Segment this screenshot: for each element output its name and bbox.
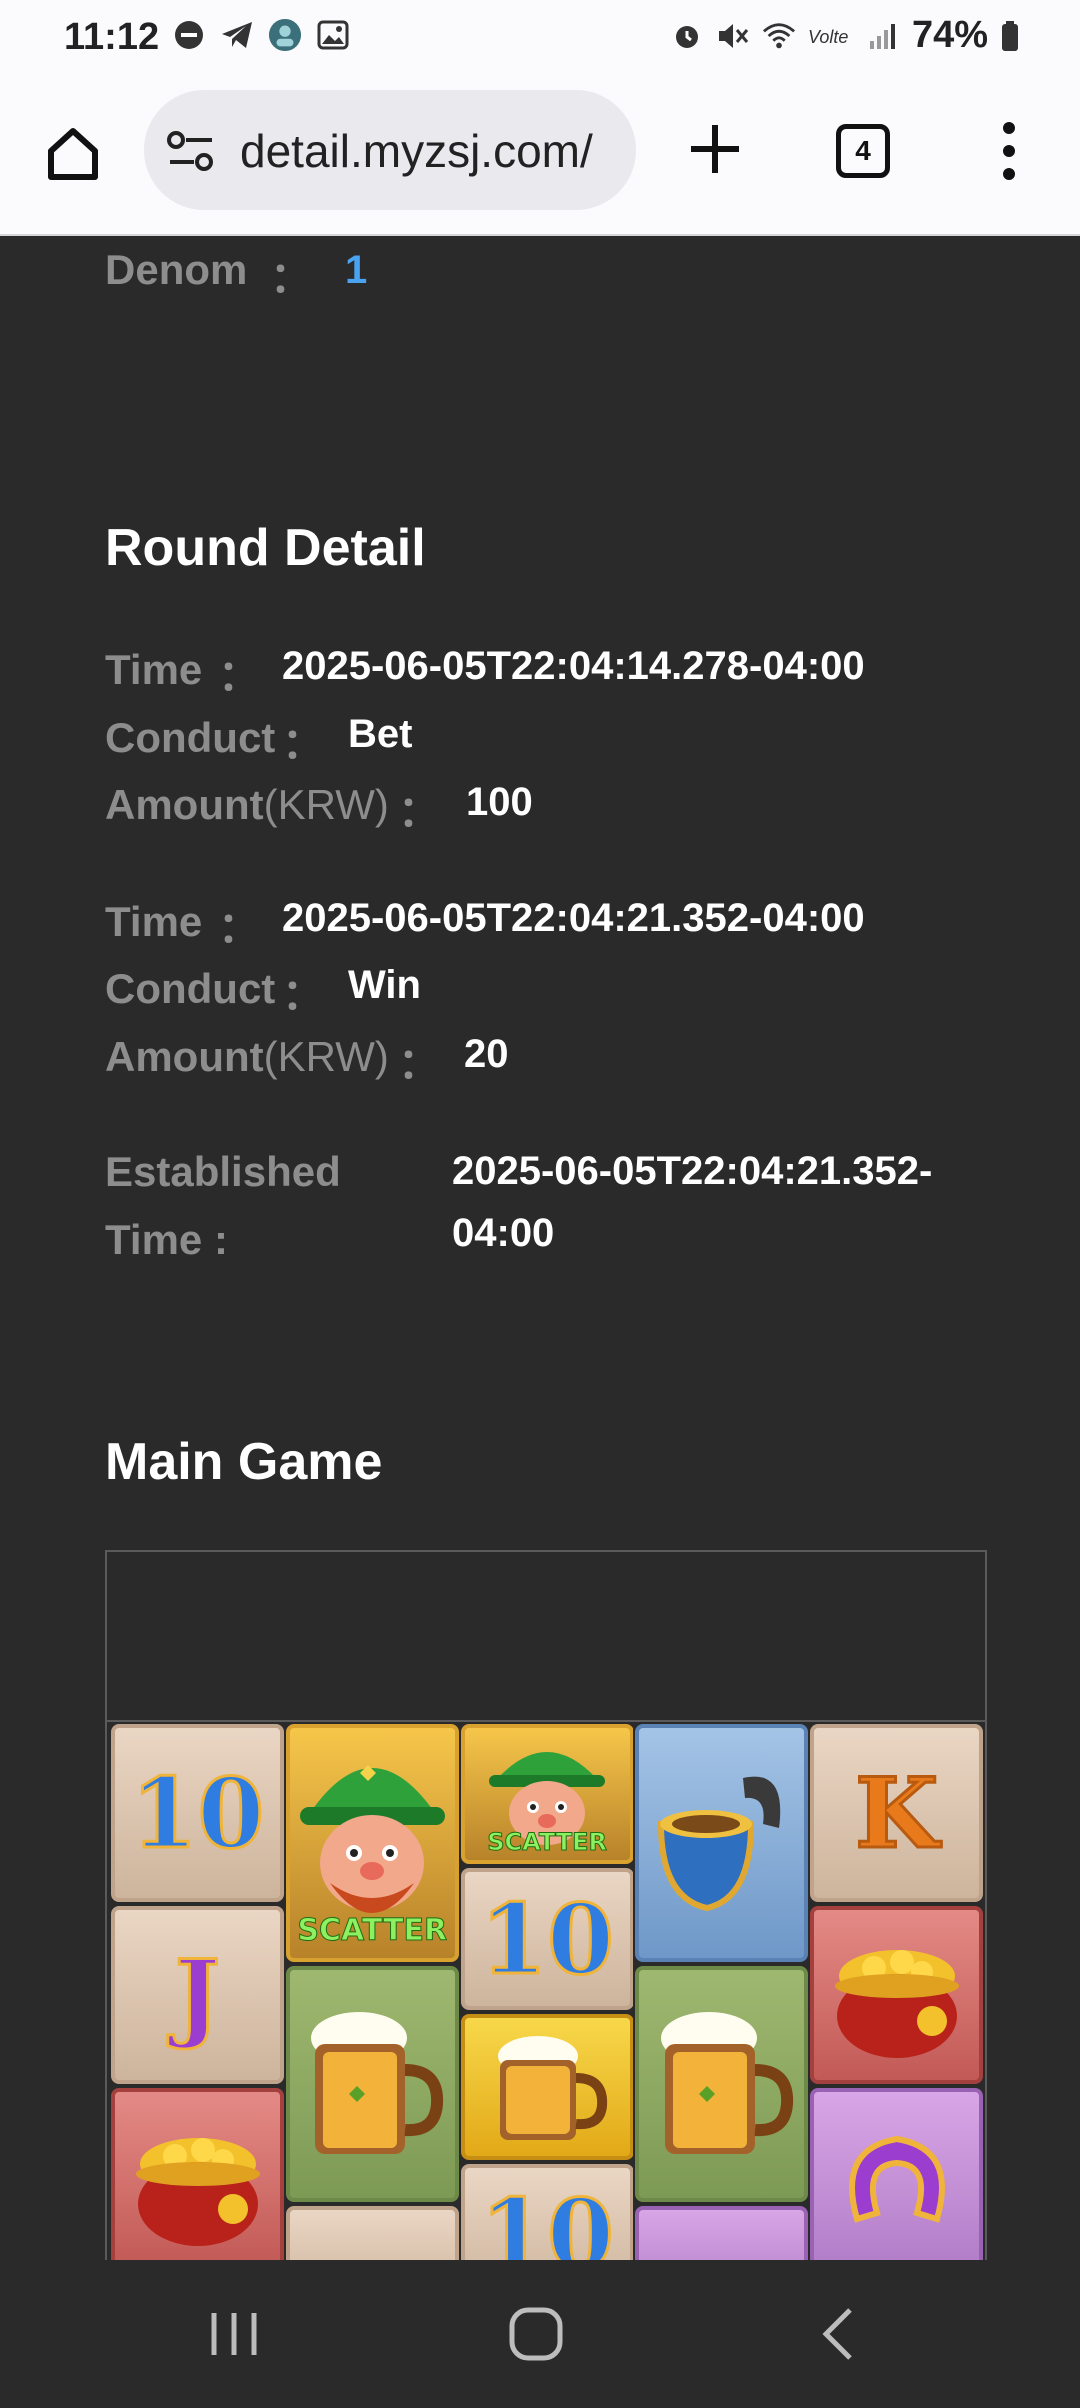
home-icon	[509, 2307, 563, 2361]
scatter-label: SCATTER	[487, 1828, 608, 1857]
recents-button[interactable]	[194, 2304, 274, 2364]
page-content: Denom ： 1 Round Detail Time ： 2025-06-05…	[0, 238, 1080, 2260]
established-value: 2025-06-05T22:04:21.352-04:00	[452, 1149, 933, 1255]
home-button[interactable]	[38, 118, 108, 188]
denom-value: 1	[345, 248, 368, 292]
home-nav-button[interactable]	[496, 2304, 576, 2364]
url-text[interactable]: detail.myzsj.com/	[240, 124, 620, 178]
more-menu-button[interactable]	[984, 116, 1034, 186]
plus-icon	[691, 125, 739, 173]
symbol-10: 10	[460, 2164, 634, 2260]
time-label: Time	[105, 646, 203, 693]
denom-label: Denom	[105, 246, 248, 293]
wifi-icon	[762, 19, 796, 53]
reel-3: SCATTER 10 10	[460, 1724, 634, 2260]
amount-label: Amount(KRW)	[105, 1033, 389, 1081]
conduct-value: Bet	[348, 712, 413, 756]
leprechaun-scatter-icon: SCATTER	[460, 1724, 634, 1864]
horseshoe-icon	[810, 2088, 983, 2260]
status-time: 11:12	[64, 16, 160, 58]
symbol-10: 10	[460, 1868, 634, 2010]
time-value: 2025-06-05T22:04:21.352-04:00	[282, 896, 865, 940]
do-not-disturb-icon	[172, 18, 206, 52]
volte-icon: Volte	[808, 19, 854, 53]
conduct-colon: ：	[282, 720, 325, 767]
leprechaun-scatter-icon: SCATTER	[285, 1724, 459, 1962]
address-bar[interactable]: detail.myzsj.com/	[144, 90, 636, 210]
round-detail-title: Round Detail	[105, 519, 426, 577]
signal-icon	[866, 19, 900, 53]
symbol-10: 10	[111, 1724, 284, 1902]
system-nav-bar	[0, 2260, 1080, 2408]
amount-label-text: Amount	[105, 1033, 264, 1080]
amount-unit: (KRW)	[263, 781, 389, 828]
conduct-label: Conduct	[105, 714, 276, 761]
amount-colon: ：	[398, 1040, 441, 1087]
amount-colon: ：	[398, 788, 441, 835]
symbol-j-glyph: J	[173, 1937, 221, 2053]
amount-value: 100	[466, 780, 533, 824]
back-button[interactable]	[798, 2304, 878, 2364]
recents-icon	[211, 2313, 257, 2355]
symbol-k: K	[810, 1724, 983, 1902]
symbol-label: 10	[479, 2176, 616, 2260]
time-colon: ：	[218, 652, 261, 699]
amount-label-text: Amount	[105, 781, 264, 828]
reel-4	[635, 1724, 809, 2260]
time-colon: ：	[218, 904, 261, 951]
game-header-area	[107, 1552, 985, 1722]
site-settings-icon[interactable]	[166, 128, 216, 174]
time-value: 2025-06-05T22:04:14.278-04:00	[282, 644, 865, 688]
status-bar: 11:12 Volte 74%	[0, 0, 1080, 72]
pot-of-gold-icon	[111, 2088, 284, 2260]
amount-value: 20	[464, 1032, 509, 1076]
symbol-partial	[285, 2206, 459, 2260]
symbol-label: 10	[479, 1881, 616, 1997]
symbol-label: 10	[129, 1755, 266, 1871]
reel-1: 10 JJ	[111, 1724, 284, 2260]
battery-percent: 74%	[911, 14, 988, 56]
beer-mug-icon	[285, 1966, 459, 2202]
pipe-icon	[635, 1724, 809, 1962]
home-icon	[48, 128, 98, 180]
beer-mug-icon	[460, 2014, 634, 2160]
tab-switcher-button[interactable]: 4	[836, 124, 890, 178]
slot-reels: 10 JJ SCATTER	[111, 1724, 983, 2260]
back-icon	[822, 2308, 852, 2360]
time-label: Time	[105, 898, 203, 945]
established-label-2: Time :	[105, 1216, 228, 1263]
beer-mug-icon	[635, 1966, 809, 2202]
conduct-colon: ：	[282, 971, 325, 1018]
amount-label: Amount(KRW)	[105, 781, 389, 829]
menu-dot	[1003, 145, 1015, 157]
mute-icon	[716, 19, 750, 53]
avatar-icon	[268, 18, 302, 52]
pot-of-gold-icon	[810, 1906, 983, 2084]
menu-dot	[1003, 168, 1015, 180]
alarm-icon	[670, 19, 704, 53]
browser-toolbar: detail.myzsj.com/ 4	[0, 72, 1080, 236]
symbol-partial	[635, 2206, 809, 2260]
svg-text:Volte: Volte	[808, 27, 848, 47]
established-label: Established	[105, 1148, 341, 1195]
scatter-label: SCATTER	[297, 1913, 448, 1949]
amount-unit: (KRW)	[263, 1033, 389, 1080]
menu-dot	[1003, 122, 1015, 134]
battery-icon	[1000, 19, 1020, 53]
gallery-icon	[316, 18, 350, 52]
conduct-value: Win	[348, 963, 421, 1007]
game-board: 10 JJ SCATTER	[105, 1550, 987, 2260]
reel-2: SCATTER	[285, 1724, 459, 2260]
reel-5: K	[810, 1724, 983, 2260]
symbol-j: JJ	[111, 1906, 284, 2084]
symbol-label: K	[853, 1755, 939, 1871]
new-tab-button[interactable]	[680, 114, 750, 184]
main-game-title: Main Game	[105, 1433, 383, 1491]
denom-colon: ：	[270, 254, 313, 301]
telegram-icon	[220, 18, 254, 52]
conduct-label: Conduct	[105, 965, 276, 1012]
